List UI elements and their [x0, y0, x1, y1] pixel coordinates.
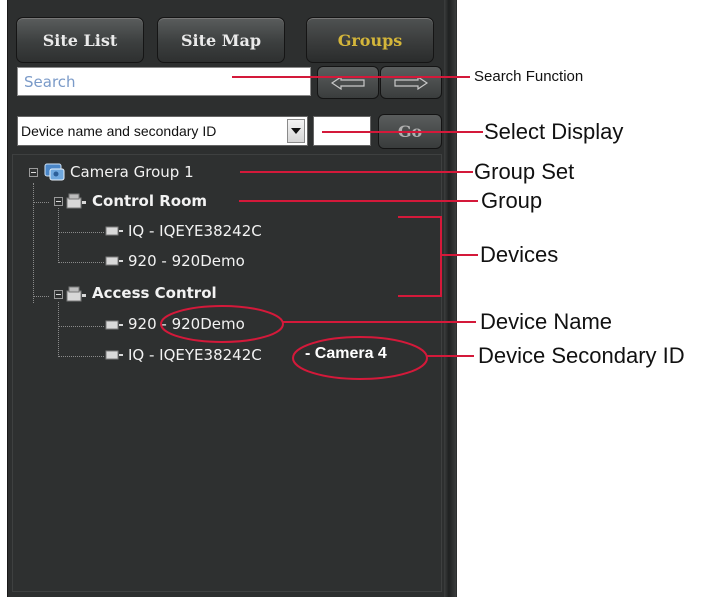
devices-bracket [398, 216, 442, 297]
annotation-overlay [160, 76, 483, 380]
annotation-group-set: Group Set [474, 159, 575, 184]
device-secondary-id-ellipse [292, 336, 428, 380]
annotation-select-display: Select Display [484, 119, 624, 144]
annotation-device-name: Device Name [480, 309, 613, 334]
annotation-group: Group [481, 188, 543, 213]
annotation-device-secondary-id: Device Secondary ID [478, 343, 685, 368]
annotation-search-function: Search Function [474, 68, 584, 85]
annotation-devices: Devices [480, 242, 559, 267]
device-name-ellipse [160, 305, 284, 343]
